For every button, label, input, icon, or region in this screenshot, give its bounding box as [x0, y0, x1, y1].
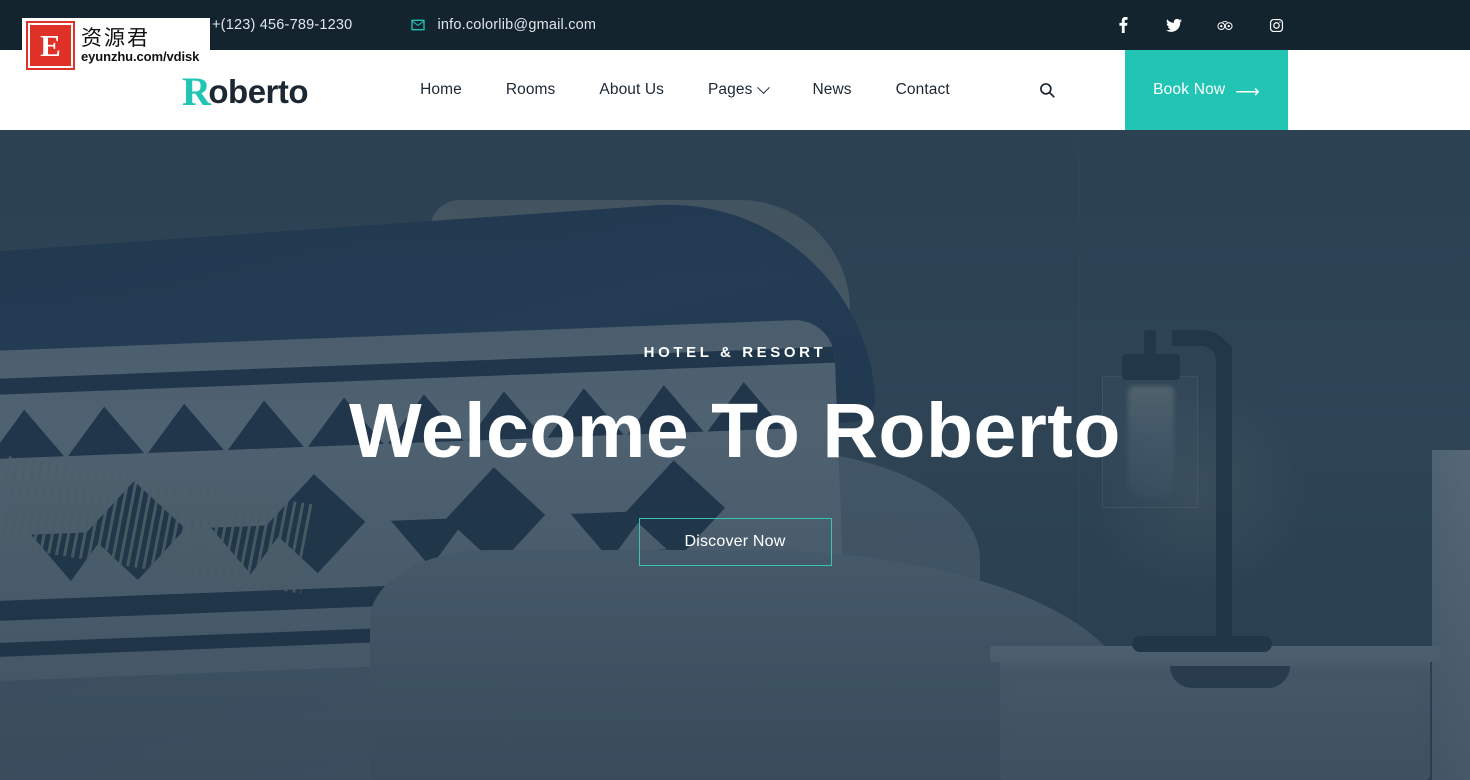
envelope-icon [410, 17, 426, 33]
site-logo[interactable]: Roberto [182, 69, 309, 114]
email-contact[interactable]: info.colorlib@gmail.com [410, 17, 596, 33]
watermark-overlay: E 资源君 eyunzhu.com/vdisk [22, 18, 210, 73]
watermark-brand: 资源君 [81, 25, 150, 50]
nav-item-home[interactable]: Home [420, 81, 462, 99]
arrow-right-icon: ⟶ [1235, 81, 1260, 101]
social-links [1115, 17, 1284, 33]
instagram-icon[interactable] [1268, 17, 1284, 33]
discover-now-button[interactable]: Discover Now [638, 517, 832, 566]
email-address: info.colorlib@gmail.com [437, 17, 597, 33]
nav-item-news[interactable]: News [812, 81, 851, 99]
search-icon[interactable] [1036, 79, 1058, 101]
nav-label: News [812, 81, 852, 98]
tripadvisor-icon[interactable] [1217, 17, 1233, 33]
nav-label: Home [420, 81, 462, 98]
phone-number: +(123) 456-789-1230 [212, 17, 353, 33]
top-bar-contact-group: +(123) 456-789-1230 info.colorlib@gmail.… [186, 17, 596, 33]
chevron-down-icon [757, 80, 771, 94]
watermark-logo-icon: E [26, 21, 75, 70]
nav-item-about-us[interactable]: About Us [599, 81, 664, 99]
watermark-text: 资源君 eyunzhu.com/vdisk [81, 26, 199, 65]
nav-item-pages[interactable]: Pages [707, 80, 771, 99]
nav-label: Rooms [505, 81, 556, 98]
nav-label: Pages [707, 81, 753, 98]
main-navigation: Home Rooms About Us Pages News Contact [420, 79, 1058, 101]
book-now-label: Book Now [1153, 81, 1226, 98]
nav-label: Contact [895, 81, 950, 98]
hero-kicker: HOTEL & RESORT [643, 344, 827, 362]
book-now-button[interactable]: Book Now ⟶ [1125, 50, 1288, 130]
top-bar: +(123) 456-789-1230 info.colorlib@gmail.… [0, 0, 1470, 50]
nav-item-contact[interactable]: Contact [896, 81, 950, 99]
watermark-mark: E [40, 28, 61, 63]
hero-section: HOTEL & RESORT Welcome To Roberto Discov… [0, 130, 1470, 780]
facebook-icon[interactable] [1115, 17, 1131, 33]
twitter-icon[interactable] [1166, 17, 1182, 33]
logo-mark: R [182, 69, 211, 114]
site-header: Roberto Home Rooms About Us Pages News C… [0, 50, 1470, 130]
logo-text: oberto [208, 73, 309, 110]
page-title: Welcome To Roberto [349, 388, 1121, 475]
phone-contact[interactable]: +(123) 456-789-1230 [186, 17, 352, 33]
nav-label: About Us [599, 81, 664, 98]
watermark-url: eyunzhu.com/vdisk [81, 49, 200, 65]
hero-content: HOTEL & RESORT Welcome To Roberto Discov… [0, 130, 1470, 780]
nav-item-rooms[interactable]: Rooms [506, 81, 556, 99]
